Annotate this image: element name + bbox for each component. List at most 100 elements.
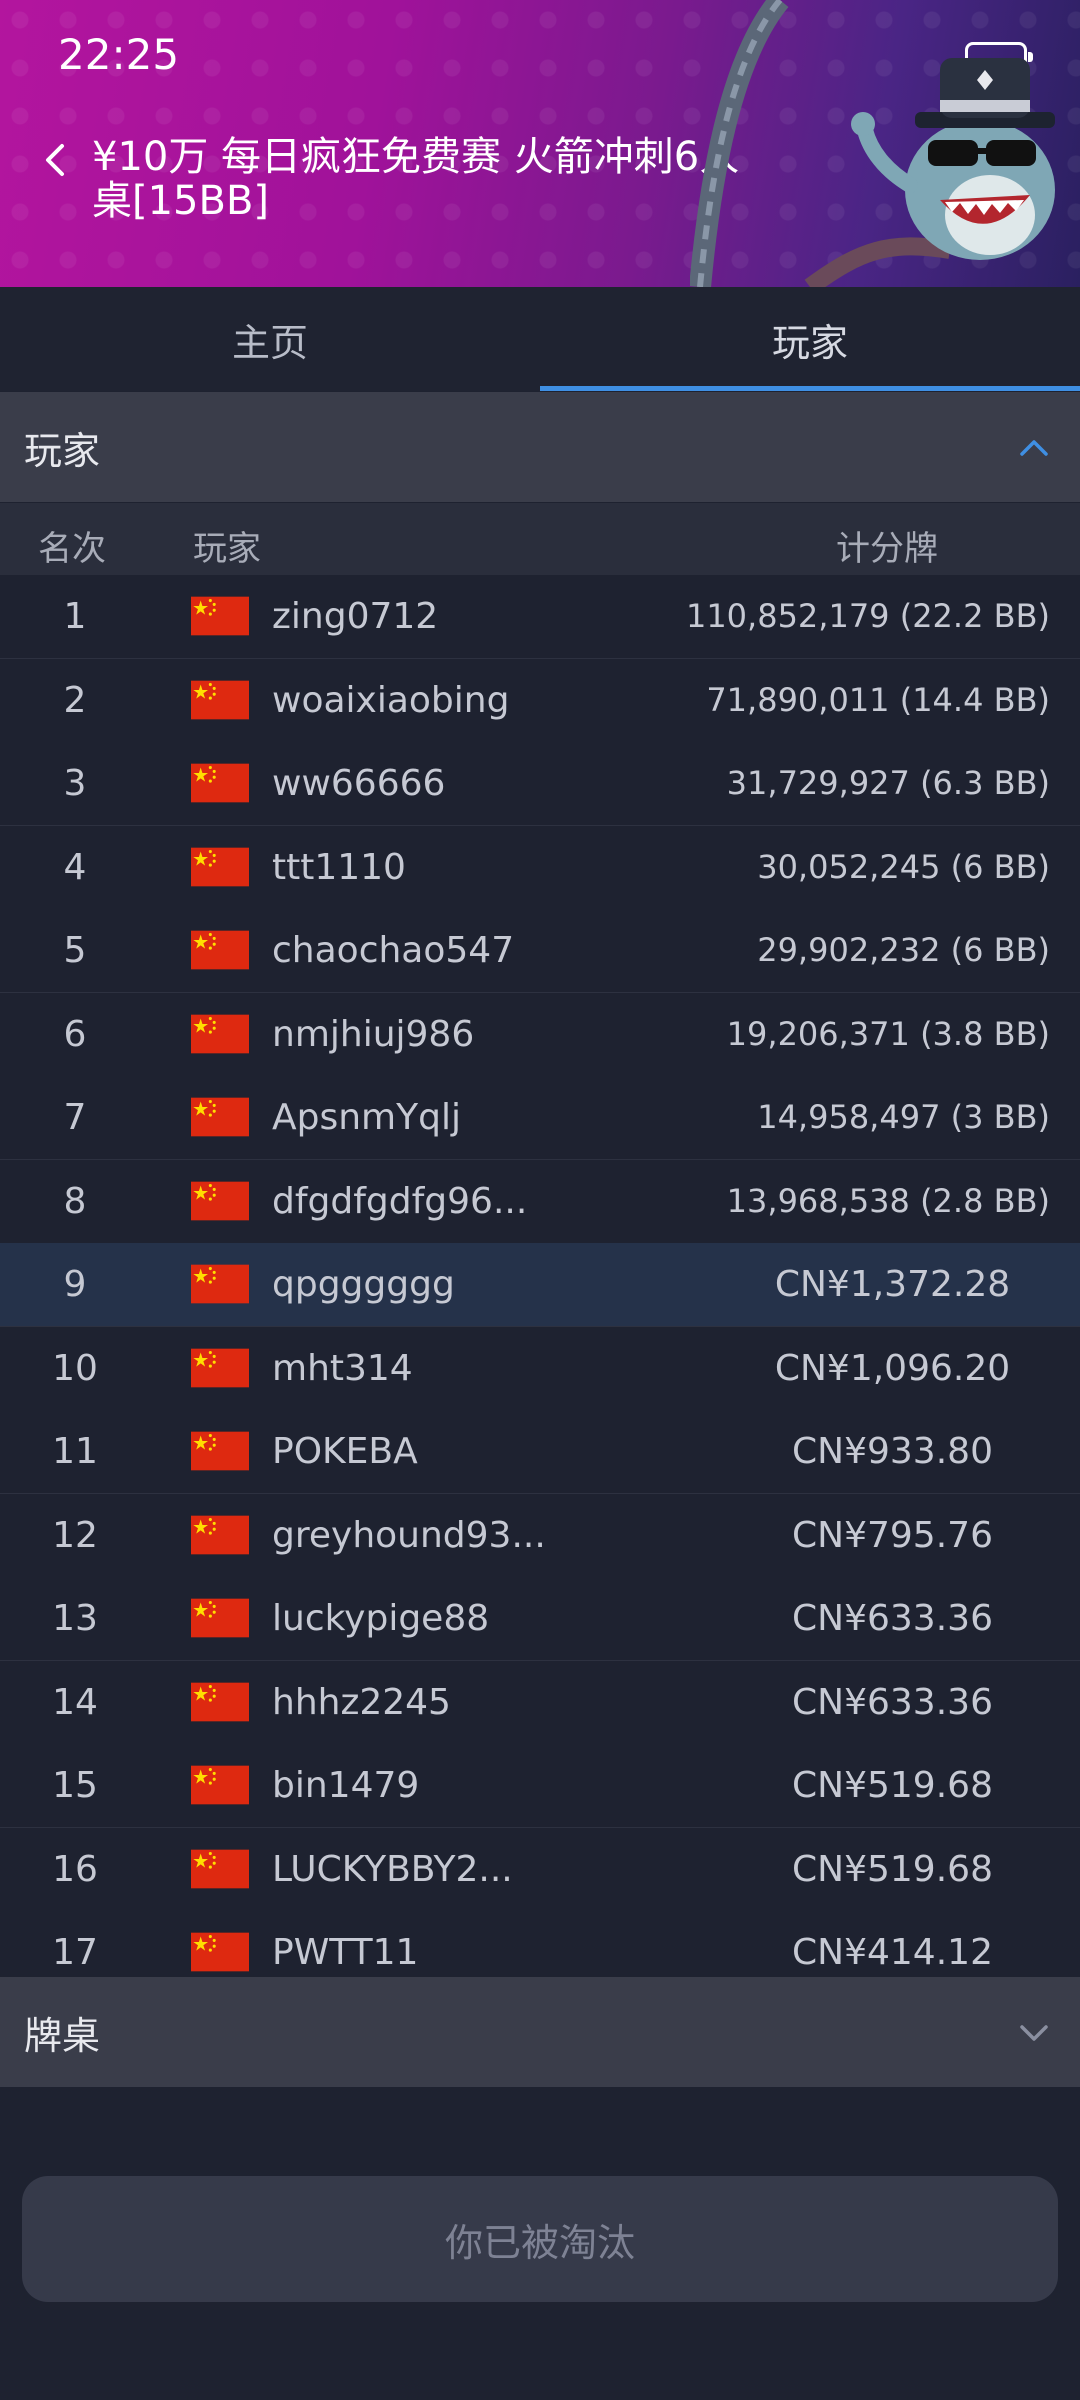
player-name: POKEBA [272,1431,418,1472]
column-rank: 名次 [38,529,106,569]
player-prize: CN¥633.36 [792,1598,993,1639]
players-list[interactable]: 1 zing0712 110,852,179 (22.2 BB) 2 woaix… [0,575,1080,1977]
player-score: 19,206,371 (3.8 BB) [726,1014,1050,1053]
china-flag-icon [191,847,249,886]
row-rank: 13 [52,1598,98,1639]
eliminated-button[interactable]: 你已被淘汰 [22,2176,1058,2302]
back-icon[interactable] [38,140,74,180]
row-rank: 5 [63,930,87,971]
row-rank: 4 [63,846,87,888]
tab-players[interactable]: 玩家 [540,287,1080,391]
china-flag-icon [191,1682,249,1721]
china-flag-icon [191,1431,249,1471]
table-row[interactable]: 14 hhhz2245 CN¥633.36 [0,1660,1080,1745]
row-rank: 10 [52,1347,98,1389]
china-flag-icon [191,1515,249,1554]
table-row[interactable]: 1 zing0712 110,852,179 (22.2 BB) [0,575,1080,659]
player-prize: CN¥1,372.28 [774,1264,1011,1305]
column-header: 名次 玩家 计分牌 [0,503,1080,575]
player-score: 30,052,245 (6 BB) [757,847,1050,886]
table-row[interactable]: 11 POKEBA CN¥933.80 [0,1410,1080,1494]
row-rank: 2 [63,679,87,721]
row-rank: 12 [52,1514,98,1556]
player-name: zing0712 [272,596,439,637]
table-row[interactable]: 15 bin1479 CN¥519.68 [0,1744,1080,1828]
player-prize: CN¥519.68 [792,1765,993,1806]
status-time: 22:25 [58,30,180,79]
player-name: chaochao547 [272,930,515,971]
page-title: ¥10万 每日疯狂免费赛 火箭冲刺6人桌[15BB] [92,134,740,224]
table-row[interactable]: 12 greyhound93... CN¥795.76 [0,1493,1080,1578]
player-score: 14,958,497 (3 BB) [757,1098,1050,1136]
player-name: ww66666 [272,763,446,804]
column-chips: 计分牌 [836,529,938,569]
player-prize: CN¥414.12 [792,1932,993,1973]
row-rank: 17 [52,1932,98,1973]
table-row[interactable]: 16 LUCKYBBY2... CN¥519.68 [0,1827,1080,1912]
chevron-down-icon [1020,2025,1048,2041]
china-flag-icon [191,1932,249,1972]
player-score: 13,968,538 (2.8 BB) [726,1181,1050,1220]
player-name: ApsnmYqlj [272,1097,461,1138]
player-name: woaixiaobing [272,679,510,721]
row-rank: 16 [52,1848,98,1890]
table-row[interactable]: 3 ww66666 31,729,927 (6.3 BB) [0,742,1080,826]
shark-mascot-icon [690,0,1055,287]
table-row[interactable]: 10 mht314 CN¥1,096.20 [0,1326,1080,1411]
player-score: 110,852,179 (22.2 BB) [685,597,1050,635]
table-row[interactable]: 7 ApsnmYqlj 14,958,497 (3 BB) [0,1076,1080,1160]
player-prize: CN¥1,096.20 [774,1347,1011,1389]
table-row[interactable]: 4 ttt1110 30,052,245 (6 BB) [0,825,1080,910]
tab-home[interactable]: 主页 [0,287,540,391]
row-rank: 8 [63,1180,87,1222]
table-row[interactable]: 5 chaochao547 29,902,232 (6 BB) [0,909,1080,993]
player-name: ttt1110 [272,846,406,888]
china-flag-icon [191,1097,249,1137]
player-prize: CN¥519.68 [792,1848,993,1890]
player-name: hhhz2245 [272,1681,451,1723]
player-name: dfgdfgdfg96... [272,1180,528,1222]
row-rank: 14 [52,1681,98,1723]
row-rank: 1 [63,596,87,637]
column-player: 玩家 [193,529,261,569]
player-name: mht314 [272,1347,413,1389]
china-flag-icon [191,1765,249,1805]
player-name: nmjhiuj986 [272,1013,475,1055]
player-name: bin1479 [272,1765,420,1806]
table-row-current-player[interactable]: 9 qpgggggg CN¥1,372.28 [0,1243,1080,1327]
player-score: 71,890,011 (14.4 BB) [706,680,1050,719]
china-flag-icon [191,930,249,970]
tables-section-label: 牌桌 [24,2013,101,2058]
china-flag-icon [191,763,249,803]
player-name: LUCKYBBY2... [272,1848,513,1890]
china-flag-icon [191,1598,249,1638]
player-name: greyhound93... [272,1514,546,1556]
players-section-header[interactable]: 玩家 [0,392,1080,502]
tables-section-header[interactable]: 牌桌 [0,1977,1080,2087]
china-flag-icon [191,1348,249,1387]
players-section-label: 玩家 [24,428,101,473]
player-prize: CN¥633.36 [792,1681,993,1723]
row-rank: 15 [52,1765,98,1806]
table-row[interactable]: 13 luckypige88 CN¥633.36 [0,1577,1080,1661]
china-flag-icon [191,680,249,719]
row-rank: 11 [52,1431,98,1472]
table-row[interactable]: 8 dfgdfgdfg96... 13,968,538 (2.8 BB) [0,1159,1080,1244]
row-rank: 6 [63,1013,87,1055]
table-row[interactable]: 2 woaixiaobing 71,890,011 (14.4 BB) [0,658,1080,743]
row-rank: 9 [63,1264,87,1305]
china-flag-icon [191,1849,249,1888]
player-name: PWTT11 [272,1932,419,1973]
player-name: qpgggggg [272,1264,455,1305]
player-score: 29,902,232 (6 BB) [757,931,1050,969]
tournament-header: 22:25 ¥10万 每日疯狂免费赛 火箭冲刺6人桌[15BB] [0,0,1080,287]
player-prize: CN¥933.80 [792,1431,993,1472]
table-row[interactable]: 6 nmjhiuj986 19,206,371 (3.8 BB) [0,992,1080,1077]
table-row[interactable]: 17 PWTT11 CN¥414.12 [0,1911,1080,1977]
tab-bar: 主页 玩家 [0,287,1080,391]
player-prize: CN¥795.76 [792,1514,993,1556]
chevron-up-icon [1020,440,1048,456]
player-name: luckypige88 [272,1598,490,1639]
china-flag-icon [191,1264,249,1304]
china-flag-icon [191,1181,249,1220]
